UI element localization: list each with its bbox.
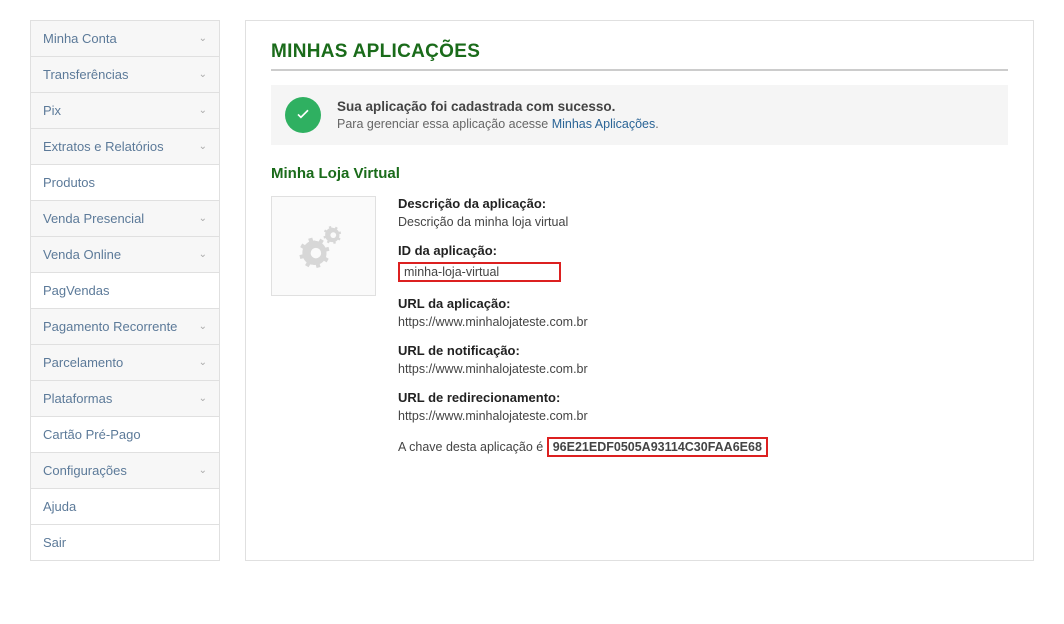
sidebar-item-label: PagVendas bbox=[43, 283, 110, 298]
alert-body: Sua aplicação foi cadastrada com sucesso… bbox=[337, 99, 659, 131]
chevron-down-icon: ⌄ bbox=[199, 33, 207, 44]
sidebar-item[interactable]: Ajuda bbox=[31, 489, 219, 525]
app-name-heading: Minha Loja Virtual bbox=[271, 165, 1008, 182]
sidebar-item-label: Extratos e Relatórios bbox=[43, 139, 164, 154]
description-label: Descrição da aplicação: bbox=[398, 196, 1008, 211]
page-title: MINHAS APLICAÇÕES bbox=[271, 41, 1008, 71]
sidebar-item[interactable]: Produtos bbox=[31, 165, 219, 201]
chevron-down-icon: ⌄ bbox=[199, 213, 207, 224]
notification-url-value: https://www.minhalojateste.com.br bbox=[398, 362, 1008, 376]
gear-icon bbox=[295, 216, 353, 277]
alert-desc-prefix: Para gerenciar essa aplicação acesse bbox=[337, 117, 552, 131]
sidebar-item[interactable]: Pix ⌄ bbox=[31, 93, 219, 129]
app-key-prefix: A chave desta aplicação é bbox=[398, 440, 547, 454]
sidebar-item-label: Transferências bbox=[43, 67, 129, 82]
sidebar-item-label: Sair bbox=[43, 535, 66, 550]
notification-url-label: URL de notificação: bbox=[398, 343, 1008, 358]
app-thumbnail bbox=[271, 196, 376, 296]
chevron-down-icon: ⌄ bbox=[199, 321, 207, 332]
redirect-url-label: URL de redirecionamento: bbox=[398, 390, 1008, 405]
sidebar-item[interactable]: Minha Conta ⌄ bbox=[31, 21, 219, 57]
alert-link[interactable]: Minhas Aplicações bbox=[552, 117, 656, 131]
sidebar-item[interactable]: Pagamento Recorrente ⌄ bbox=[31, 309, 219, 345]
sidebar-item-label: Pix bbox=[43, 103, 61, 118]
sidebar-item-label: Venda Online bbox=[43, 247, 121, 262]
sidebar-item-label: Minha Conta bbox=[43, 31, 117, 46]
sidebar-item-label: Produtos bbox=[43, 175, 95, 190]
alert-desc: Para gerenciar essa aplicação acesse Min… bbox=[337, 117, 659, 131]
sidebar-item[interactable]: Transferências ⌄ bbox=[31, 57, 219, 93]
sidebar-item[interactable]: Extratos e Relatórios ⌄ bbox=[31, 129, 219, 165]
sidebar-item-label: Ajuda bbox=[43, 499, 76, 514]
app-key-value: 96E21EDF0505A93114C30FAA6E68 bbox=[547, 437, 768, 457]
chevron-down-icon: ⌄ bbox=[199, 465, 207, 476]
chevron-down-icon: ⌄ bbox=[199, 393, 207, 404]
sidebar-item[interactable]: Venda Presencial ⌄ bbox=[31, 201, 219, 237]
description-value: Descrição da minha loja virtual bbox=[398, 215, 1008, 229]
chevron-down-icon: ⌄ bbox=[199, 105, 207, 116]
chevron-down-icon: ⌄ bbox=[199, 249, 207, 260]
sidebar-item-label: Plataformas bbox=[43, 391, 112, 406]
sidebar-item[interactable]: Venda Online ⌄ bbox=[31, 237, 219, 273]
app-url-value: https://www.minhalojateste.com.br bbox=[398, 315, 1008, 329]
check-circle-icon bbox=[285, 97, 321, 133]
redirect-url-value: https://www.minhalojateste.com.br bbox=[398, 409, 1008, 423]
sidebar-item-label: Parcelamento bbox=[43, 355, 123, 370]
alert-desc-suffix: . bbox=[655, 117, 658, 131]
sidebar-item-label: Cartão Pré-Pago bbox=[43, 427, 141, 442]
main-panel: MINHAS APLICAÇÕES Sua aplicação foi cada… bbox=[245, 20, 1034, 561]
sidebar-item-label: Configurações bbox=[43, 463, 127, 478]
sidebar-item[interactable]: Sair bbox=[31, 525, 219, 560]
sidebar-item[interactable]: PagVendas bbox=[31, 273, 219, 309]
sidebar-item-label: Pagamento Recorrente bbox=[43, 319, 177, 334]
app-id-label: ID da aplicação: bbox=[398, 243, 1008, 258]
alert-title: Sua aplicação foi cadastrada com sucesso… bbox=[337, 99, 659, 114]
app-url-label: URL da aplicação: bbox=[398, 296, 1008, 311]
sidebar-item[interactable]: Plataformas ⌄ bbox=[31, 381, 219, 417]
chevron-down-icon: ⌄ bbox=[199, 141, 207, 152]
chevron-down-icon: ⌄ bbox=[199, 69, 207, 80]
app-key-line: A chave desta aplicação é 96E21EDF0505A9… bbox=[398, 437, 1008, 457]
sidebar-item-label: Venda Presencial bbox=[43, 211, 144, 226]
chevron-down-icon: ⌄ bbox=[199, 357, 207, 368]
app-details: Descrição da aplicação: Descrição da min… bbox=[398, 196, 1008, 457]
sidebar-item[interactable]: Cartão Pré-Pago bbox=[31, 417, 219, 453]
success-alert: Sua aplicação foi cadastrada com sucesso… bbox=[271, 85, 1008, 145]
app-id-value: minha-loja-virtual bbox=[398, 262, 561, 282]
sidebar-item[interactable]: Configurações ⌄ bbox=[31, 453, 219, 489]
sidebar: Minha Conta⌄Transferências⌄Pix⌄Extratos … bbox=[30, 20, 220, 561]
sidebar-item[interactable]: Parcelamento ⌄ bbox=[31, 345, 219, 381]
